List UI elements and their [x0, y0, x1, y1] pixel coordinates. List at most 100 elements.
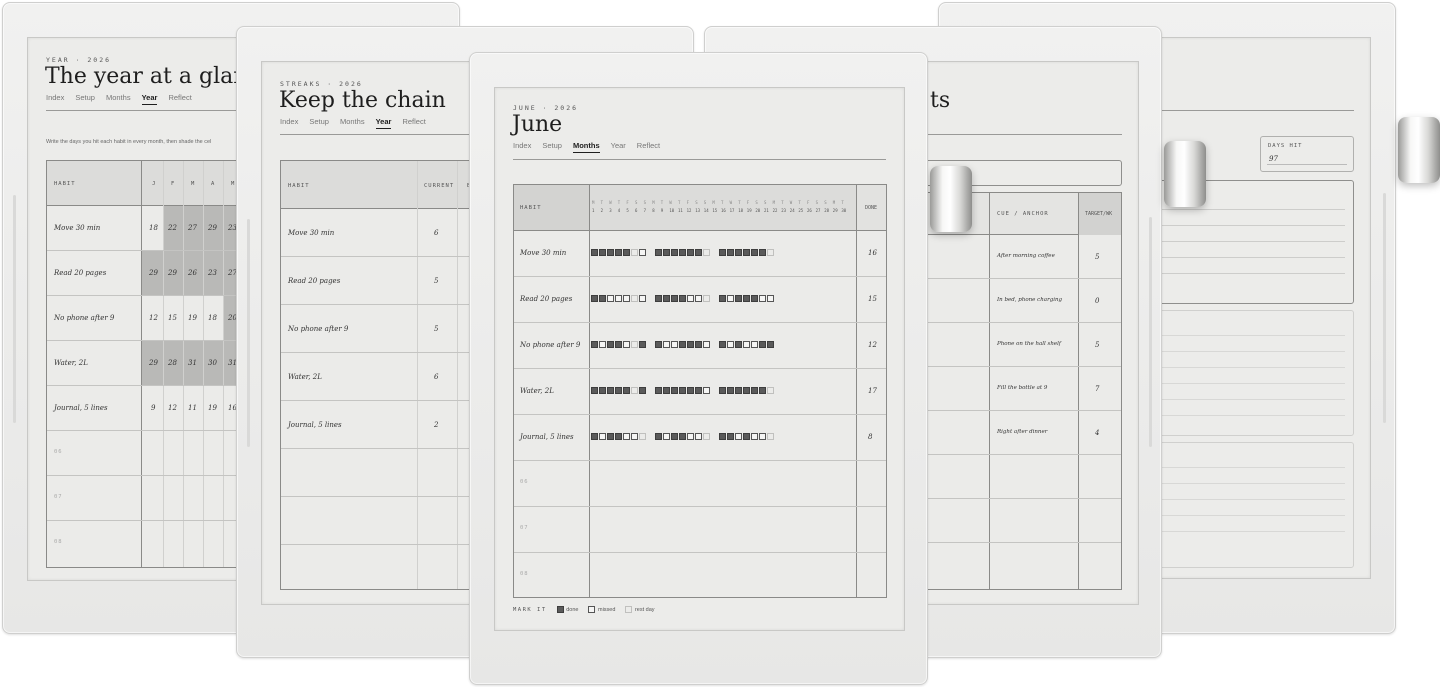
done-mark[interactable] [679, 433, 686, 440]
done-mark[interactable] [727, 433, 734, 440]
done-mark[interactable] [591, 387, 598, 394]
done-mark[interactable] [663, 387, 670, 394]
month-value[interactable]: 9 [151, 404, 155, 412]
missed-mark[interactable] [695, 433, 702, 440]
nav-setup[interactable]: Setup [75, 93, 95, 105]
month-value[interactable]: 31 [188, 359, 197, 367]
done-mark[interactable] [735, 295, 742, 302]
month-value[interactable]: 19 [188, 314, 197, 322]
month-value[interactable]: 15 [168, 314, 177, 322]
missed-mark[interactable] [599, 433, 606, 440]
done-mark[interactable] [727, 387, 734, 394]
table-row[interactable]: No phone after 9 12 [514, 323, 886, 369]
missed-mark[interactable] [623, 295, 630, 302]
done-mark[interactable] [743, 249, 750, 256]
rest-day-mark[interactable] [767, 433, 774, 440]
done-mark[interactable] [695, 249, 702, 256]
done-mark[interactable] [751, 295, 758, 302]
nav-index[interactable]: Index [46, 93, 64, 105]
done-mark[interactable] [751, 387, 758, 394]
stylus-center[interactable] [930, 166, 972, 232]
current-streak[interactable]: 6 [434, 373, 438, 381]
month-value[interactable]: 11 [188, 404, 197, 412]
missed-mark[interactable] [703, 341, 710, 348]
done-mark[interactable] [743, 433, 750, 440]
done-mark[interactable] [591, 341, 598, 348]
done-mark[interactable] [639, 341, 646, 348]
done-mark[interactable] [735, 387, 742, 394]
missed-mark[interactable] [639, 249, 646, 256]
done-mark[interactable] [687, 341, 694, 348]
month-value[interactable]: 26 [188, 269, 197, 277]
done-mark[interactable] [591, 295, 598, 302]
done-mark[interactable] [719, 341, 726, 348]
done-mark[interactable] [607, 341, 614, 348]
rest-day-mark[interactable] [703, 249, 710, 256]
done-mark[interactable] [623, 249, 630, 256]
missed-mark[interactable] [623, 341, 630, 348]
done-mark[interactable] [663, 249, 670, 256]
missed-mark[interactable] [759, 295, 766, 302]
done-mark[interactable] [591, 249, 598, 256]
target-value[interactable]: 5 [1095, 341, 1099, 349]
done-mark[interactable] [695, 387, 702, 394]
done-mark[interactable] [679, 387, 686, 394]
done-mark[interactable] [687, 249, 694, 256]
done-count[interactable]: 16 [868, 249, 877, 257]
done-mark[interactable] [719, 249, 726, 256]
month-value[interactable]: 19 [208, 404, 217, 412]
done-mark[interactable] [599, 387, 606, 394]
done-mark[interactable] [767, 341, 774, 348]
missed-mark[interactable] [695, 295, 702, 302]
rest-day-mark[interactable] [703, 433, 710, 440]
done-mark[interactable] [679, 295, 686, 302]
target-value[interactable]: 7 [1095, 385, 1099, 393]
rest-day-mark[interactable] [631, 295, 638, 302]
done-mark[interactable] [743, 387, 750, 394]
done-mark[interactable] [695, 341, 702, 348]
month-value[interactable]: 30 [208, 359, 217, 367]
missed-mark[interactable] [727, 341, 734, 348]
nav-months[interactable]: Months [106, 93, 131, 105]
table-row-empty[interactable]: 08 [514, 553, 886, 599]
month-value[interactable]: 29 [149, 269, 158, 277]
cue-text[interactable]: In bed, phone charging [997, 297, 1062, 303]
missed-mark[interactable] [623, 433, 630, 440]
rest-day-mark[interactable] [639, 433, 646, 440]
missed-mark[interactable] [759, 433, 766, 440]
current-streak[interactable]: 6 [434, 229, 438, 237]
done-mark[interactable] [599, 249, 606, 256]
missed-mark[interactable] [751, 433, 758, 440]
month-value[interactable]: 28 [168, 359, 177, 367]
month-value[interactable]: 12 [149, 314, 158, 322]
current-streak[interactable]: 5 [434, 325, 438, 333]
month-value[interactable]: 18 [149, 224, 158, 232]
done-mark[interactable] [607, 249, 614, 256]
done-count[interactable]: 12 [868, 341, 877, 349]
nav-setup[interactable]: Setup [309, 117, 329, 129]
target-value[interactable]: 4 [1095, 429, 1099, 437]
done-mark[interactable] [679, 249, 686, 256]
done-count[interactable]: 8 [868, 433, 872, 441]
done-mark[interactable] [735, 341, 742, 348]
target-value[interactable]: 5 [1095, 253, 1099, 261]
done-mark[interactable] [759, 387, 766, 394]
done-mark[interactable] [687, 387, 694, 394]
table-row-empty[interactable]: 07 [514, 507, 886, 553]
month-value[interactable]: 29 [168, 269, 177, 277]
done-mark[interactable] [599, 295, 606, 302]
done-mark[interactable] [655, 249, 662, 256]
missed-mark[interactable] [671, 341, 678, 348]
nav-months[interactable]: Months [572, 141, 600, 153]
stylus-far-right[interactable] [1398, 117, 1440, 183]
done-mark[interactable] [663, 295, 670, 302]
missed-mark[interactable] [687, 433, 694, 440]
missed-mark[interactable] [727, 295, 734, 302]
rest-day-mark[interactable] [631, 341, 638, 348]
month-value[interactable]: 18 [208, 314, 217, 322]
nav-months[interactable]: Months [340, 117, 365, 129]
missed-mark[interactable] [663, 433, 670, 440]
day-marks[interactable] [591, 341, 775, 349]
month-value[interactable]: 22 [168, 224, 177, 232]
table-row[interactable]: Move 30 min 16 [514, 231, 886, 277]
